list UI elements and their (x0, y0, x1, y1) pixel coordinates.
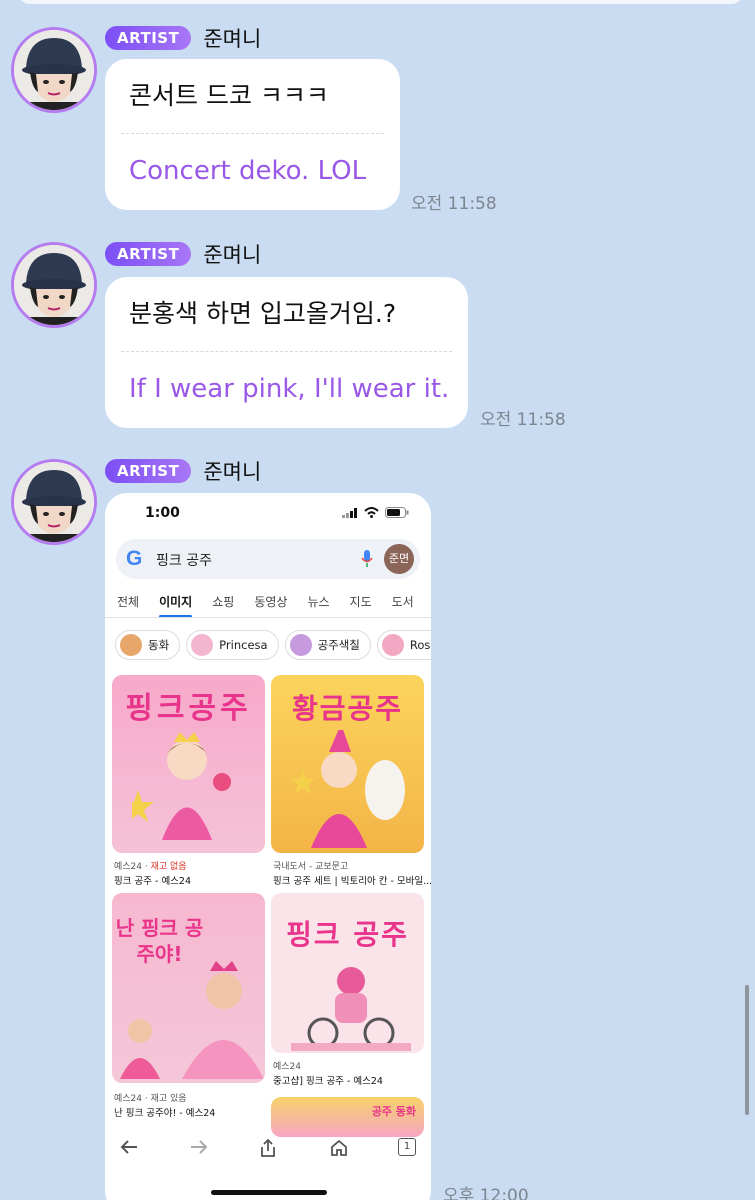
princess-illustration (291, 730, 405, 848)
message-header: ARTIST 준며니 (105, 458, 261, 484)
sender-nickname: 준며니 (203, 27, 262, 51)
result-source: 국내도서 - 교보문고 (273, 862, 349, 872)
image-results: 핑크공주 예스24 · 재고 없음 핑크 공주 - 예스24 황금공주 국내도서… (112, 673, 431, 1137)
original-text: 분홍색 하면 입고올거임.? (129, 299, 397, 328)
chip-label: 공주색칠 (317, 638, 360, 652)
share-icon[interactable] (259, 1138, 277, 1158)
profile-avatar[interactable]: 준면 (384, 544, 414, 574)
message-bubble[interactable]: 콘서트 드코 ㅋㅋㅋ Concert deko. LOL (105, 59, 400, 210)
chip-thumbnail (120, 634, 142, 656)
status-bar: 1:00 (105, 505, 431, 527)
chip-princesa[interactable]: Princesa (186, 630, 279, 660)
message-time: 오전 11:58 (411, 194, 497, 214)
signal-icon (342, 507, 357, 518)
cover-title: 핑크 공주 (286, 918, 409, 951)
chip-label: Princesa (219, 638, 268, 652)
translation-text: If I wear pink, I'll wear it. (129, 374, 450, 404)
avatar[interactable] (11, 27, 97, 113)
sender-nickname: 준며니 (203, 243, 262, 267)
result-source: 예스24 (273, 1062, 302, 1072)
search-query: 핑크 공주 (156, 553, 212, 569)
google-icon: G (126, 547, 143, 570)
result-title: 중고샵] 핑크 공주 - 예스24 (273, 1076, 383, 1087)
tab-all[interactable]: 전체 (117, 593, 139, 610)
artist-badge: ARTIST (105, 459, 192, 483)
avatar[interactable] (11, 459, 97, 545)
tab-videos[interactable]: 동영상 (254, 593, 287, 610)
message-bubble[interactable]: 분홍색 하면 입고올거임.? If I wear pink, I'll wear… (105, 277, 468, 428)
search-bar[interactable]: G 핑크 공주 준면 (116, 539, 420, 579)
chip-thumbnail (381, 634, 404, 656)
cover-title: 핑크공주 (125, 691, 252, 726)
status-time: 1:00 (145, 505, 180, 521)
translation-text: Concert deko. LOL (129, 156, 367, 186)
search-tabs: 전체 이미지 쇼핑 동영상 뉴스 지도 도서 (117, 593, 431, 618)
forward-arrow-icon[interactable] (189, 1138, 209, 1156)
previous-message-edge (18, 0, 743, 4)
photo-message[interactable]: 1:00 G 핑크 공주 준면 전체 이미지 쇼핑 동영상 뉴스 지도 도서 동… (105, 493, 431, 1200)
result-title: 핑크 공주 세트 | 빅토리아 칸 - 모바일... (273, 876, 431, 887)
original-text: 콘서트 드코 ㅋㅋㅋ (129, 81, 329, 110)
result-source: 예스24 · 재고 있음 (114, 1094, 187, 1104)
chip-label: Rosa (409, 638, 431, 652)
avatar[interactable] (11, 242, 97, 328)
message-time: 오후 12:00 (443, 1186, 529, 1200)
chip-label: 동화 (148, 638, 170, 652)
home-indicator (211, 1190, 327, 1195)
chip-fairy-tale[interactable]: 동화 (115, 630, 181, 660)
back-arrow-icon[interactable] (119, 1138, 139, 1156)
result-image[interactable]: 공주 동화 (271, 1097, 424, 1137)
message-header: ARTIST 준며니 (105, 25, 261, 51)
mic-icon[interactable] (361, 549, 373, 569)
chip-coloring[interactable]: 공주색칠 (284, 630, 371, 660)
result-image[interactable]: 난 핑크 공주야! (112, 893, 265, 1083)
result-title: 난 핑크 공주야! - 예스24 (114, 1108, 216, 1119)
result-image[interactable]: 핑크공주 (112, 675, 265, 853)
result-source: 예스24 · 재고 없음 (114, 862, 187, 872)
princess-illustration (132, 732, 231, 840)
home-icon[interactable] (329, 1138, 349, 1158)
message-time: 오전 11:58 (480, 410, 566, 430)
result-image[interactable]: 핑크 공주 (271, 893, 424, 1053)
chip-thumbnail (191, 634, 214, 656)
filter-chips: 동화 Princesa 공주색칠 Rosa (115, 630, 431, 660)
result-title: 핑크 공주 - 예스24 (114, 876, 192, 887)
tab-shopping[interactable]: 쇼핑 (212, 593, 234, 610)
chip-rosa[interactable]: Rosa (376, 630, 431, 660)
result-image[interactable]: 황금공주 (271, 675, 424, 853)
message-header: ARTIST 준며니 (105, 241, 261, 267)
tab-maps[interactable]: 지도 (350, 593, 372, 610)
scrollbar[interactable] (745, 985, 749, 1115)
cover-title: 공주 동화 (371, 1105, 416, 1118)
artist-badge: ARTIST (105, 26, 192, 50)
tab-books[interactable]: 도서 (392, 593, 414, 610)
artist-badge: ARTIST (105, 242, 192, 266)
wifi-icon (364, 507, 379, 518)
princess-illustration (291, 967, 411, 1051)
tabs-divider (105, 617, 431, 618)
sender-nickname: 준며니 (203, 460, 262, 484)
tab-news[interactable]: 뉴스 (307, 593, 329, 610)
browser-nav-bar: 1 (105, 1138, 431, 1168)
tab-images[interactable]: 이미지 (159, 593, 193, 618)
cover-title: 황금공주 (291, 692, 404, 725)
princess-illustration (120, 961, 264, 1079)
chip-thumbnail (289, 634, 312, 656)
battery-icon (385, 507, 409, 518)
tabs-icon[interactable]: 1 (398, 1138, 416, 1156)
